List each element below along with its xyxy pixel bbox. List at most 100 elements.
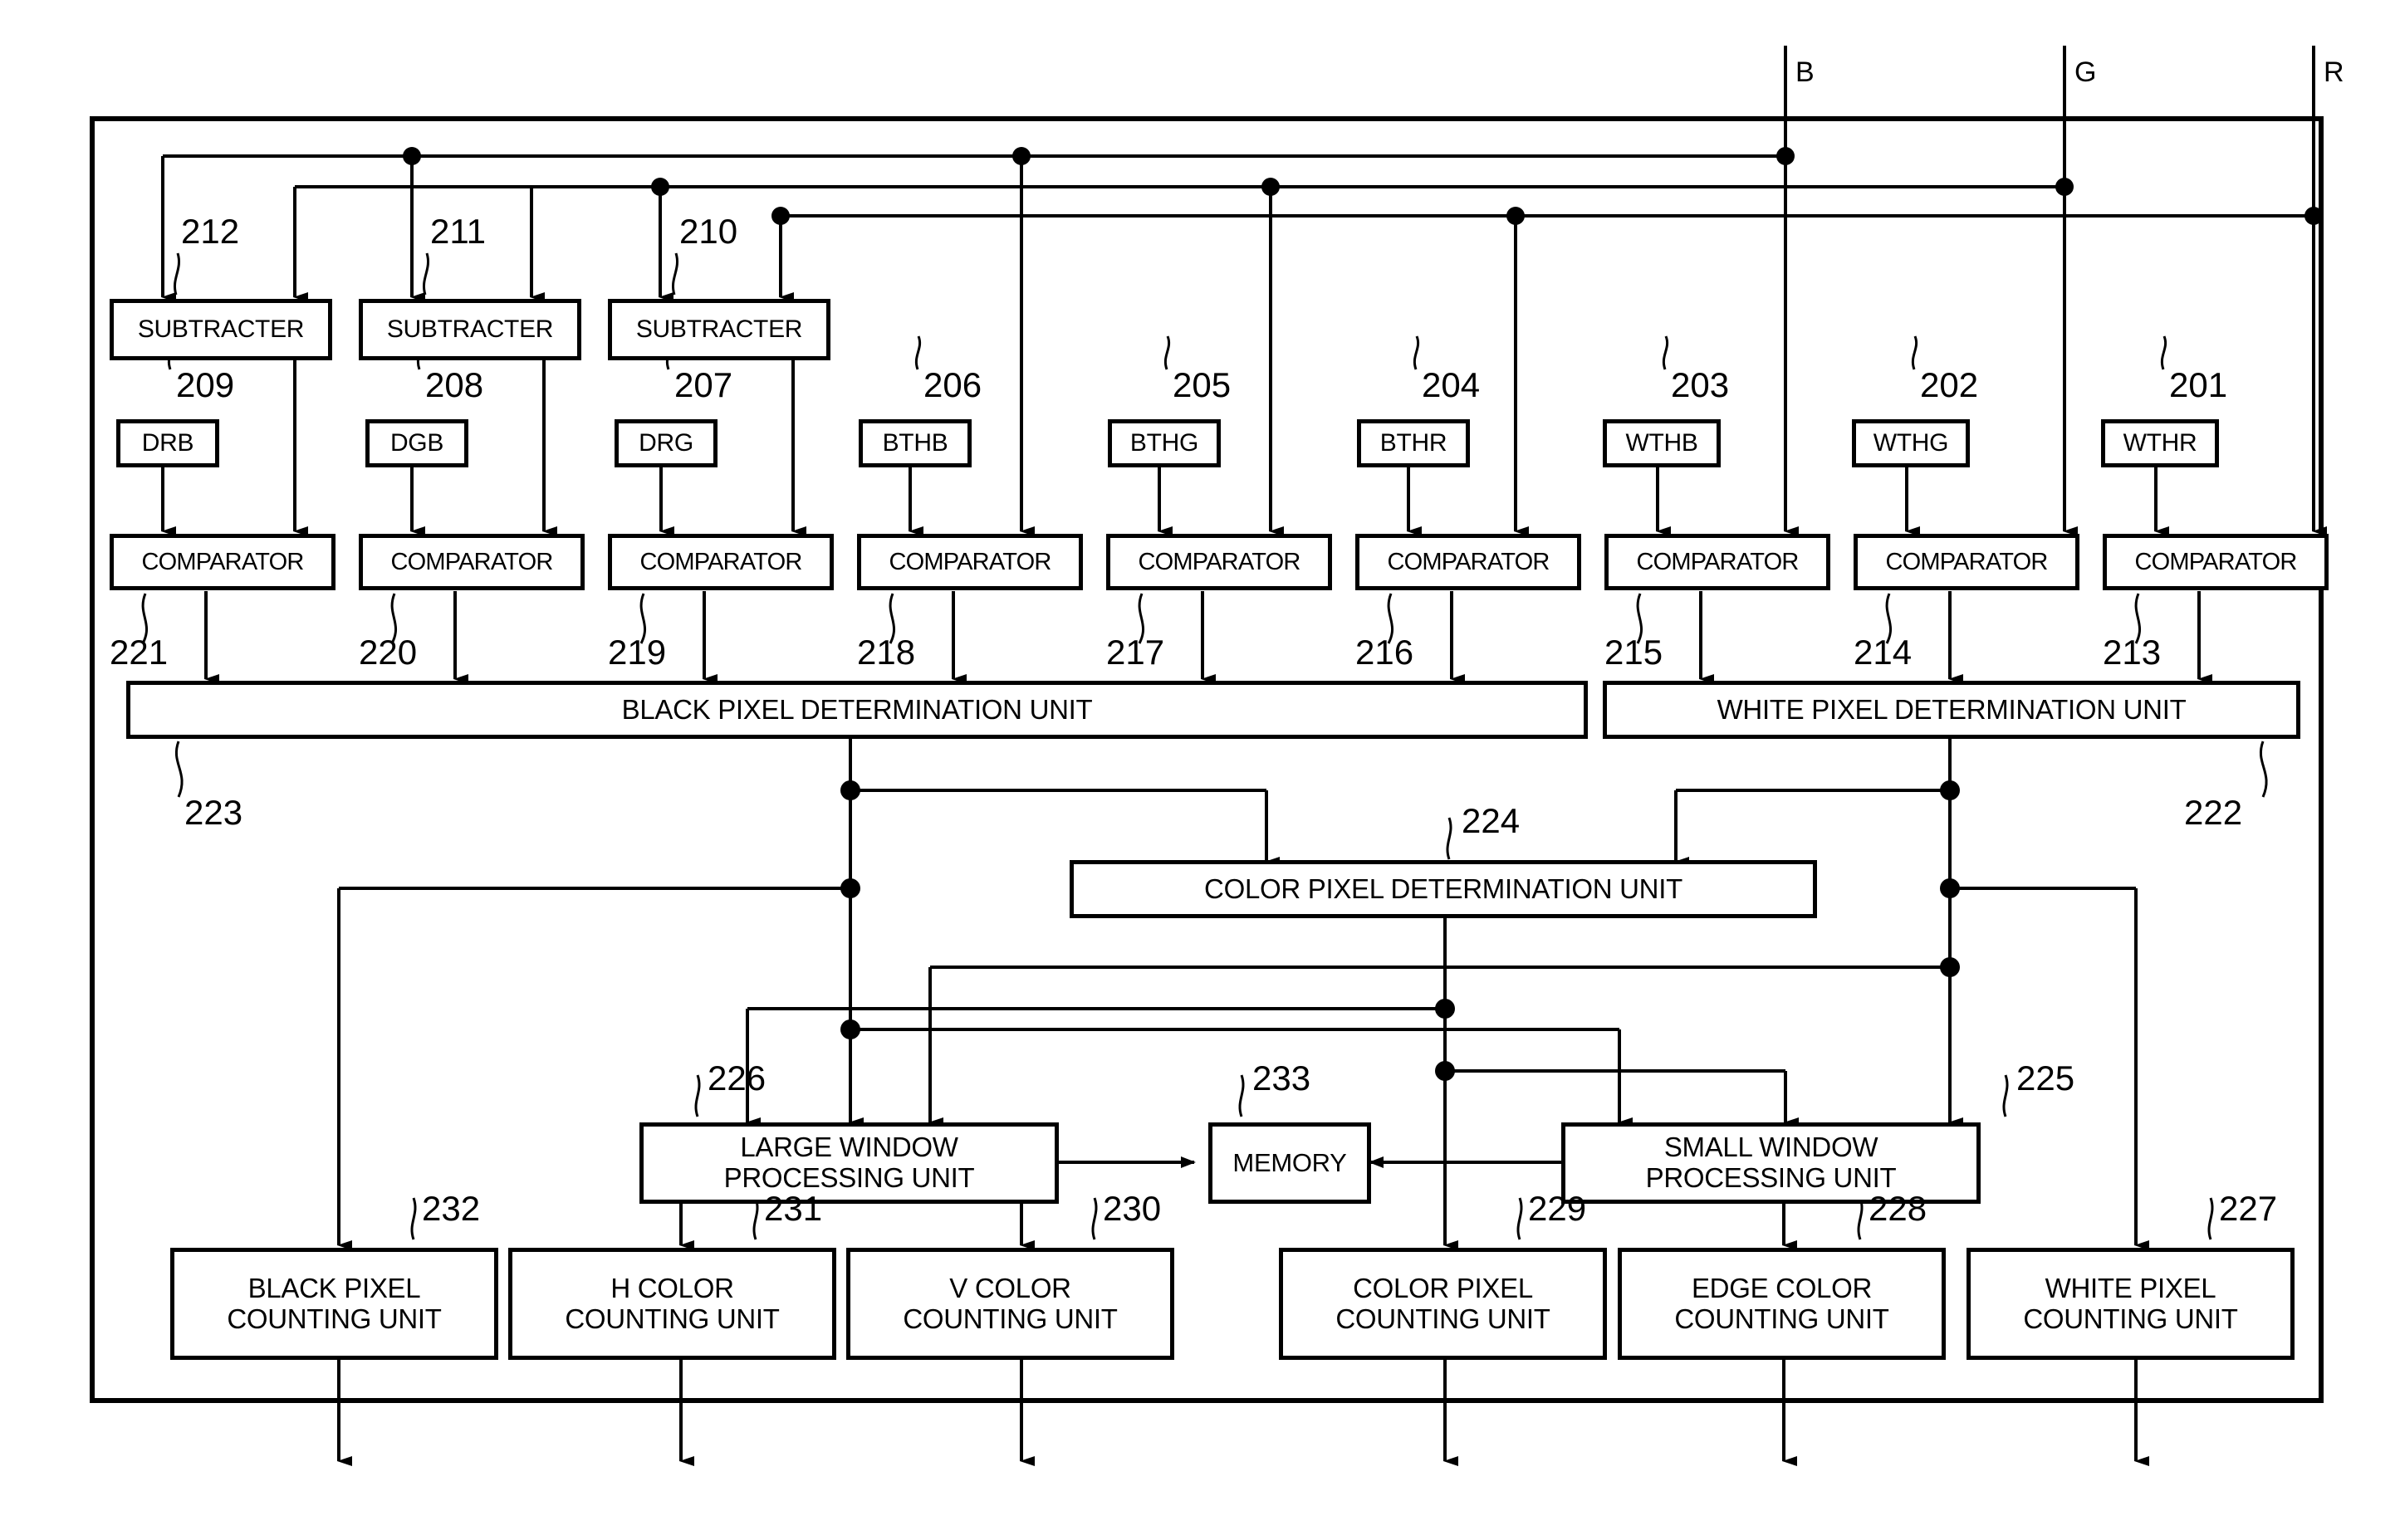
ref-214: 214 xyxy=(1854,633,1913,672)
ref-211: 211 xyxy=(430,212,486,251)
large-window-processing-unit-line2: PROCESSING UNIT xyxy=(723,1162,975,1193)
threshold-206-bthb: BTHB xyxy=(859,419,972,467)
ref-217: 217 xyxy=(1106,633,1165,672)
ref-210: 210 xyxy=(679,212,738,251)
threshold-203-label: WTHB xyxy=(1625,429,1698,457)
comparator-219-label: COMPARATOR xyxy=(639,548,802,575)
threshold-209-drb: DRB xyxy=(116,419,219,467)
threshold-202-wthg: WTHG xyxy=(1852,419,1970,467)
white-pixel-counting-unit-line2: COUNTING UNIT xyxy=(2023,1303,2238,1334)
subtracter-212-label: SUBTRACTER xyxy=(137,315,305,344)
comparator-215: COMPARATOR xyxy=(1604,534,1830,590)
ref-233: 233 xyxy=(1252,1058,1311,1098)
subtracter-210-label: SUBTRACTER xyxy=(635,315,803,344)
subtracter-212: SUBTRACTER xyxy=(110,299,332,360)
color-pixel-counting-unit: COLOR PIXEL COUNTING UNIT xyxy=(1279,1248,1607,1360)
comparator-219: COMPARATOR xyxy=(608,534,834,590)
ref-224: 224 xyxy=(1462,801,1521,840)
white-pixel-counting-unit: WHITE PIXEL COUNTING UNIT xyxy=(1967,1248,2295,1360)
ref-208: 208 xyxy=(425,365,484,404)
color-pixel-determination-unit: COLOR PIXEL DETERMINATION UNIT xyxy=(1070,860,1817,918)
comparator-213-label: COMPARATOR xyxy=(2134,548,2297,575)
subtracter-210: SUBTRACTER xyxy=(608,299,830,360)
comparator-217: COMPARATOR xyxy=(1106,534,1332,590)
threshold-208-label: DGB xyxy=(389,429,444,457)
comparator-216: COMPARATOR xyxy=(1355,534,1581,590)
ref-231: 231 xyxy=(764,1189,823,1228)
subtracter-211-label: SUBTRACTER xyxy=(386,315,554,344)
comparator-216-label: COMPARATOR xyxy=(1387,548,1550,575)
ref-223: 223 xyxy=(184,793,243,832)
ref-202: 202 xyxy=(1920,365,1979,404)
subtracter-211: SUBTRACTER xyxy=(359,299,581,360)
ref-201: 201 xyxy=(2169,365,2228,404)
black-pixel-counting-unit-line1: BLACK PIXEL xyxy=(247,1272,421,1303)
v-color-counting-unit: V COLOR COUNTING UNIT xyxy=(846,1248,1174,1360)
black-pixel-determination-unit: BLACK PIXEL DETERMINATION UNIT xyxy=(126,681,1588,739)
comparator-214-label: COMPARATOR xyxy=(1885,548,2048,575)
ref-209: 209 xyxy=(176,365,235,404)
ref-229: 229 xyxy=(1528,1189,1587,1228)
ref-228: 228 xyxy=(1869,1189,1927,1228)
ref-206: 206 xyxy=(923,365,982,404)
threshold-204-label: BTHR xyxy=(1379,429,1447,457)
ref-227: 227 xyxy=(2219,1189,2278,1228)
large-window-processing-unit: LARGE WINDOW PROCESSING UNIT xyxy=(639,1122,1059,1204)
ref-207: 207 xyxy=(674,365,733,404)
comparator-218-label: COMPARATOR xyxy=(889,548,1051,575)
threshold-206-label: BTHB xyxy=(882,429,948,457)
comparator-221: COMPARATOR xyxy=(110,534,336,590)
ref-203: 203 xyxy=(1671,365,1730,404)
ref-222: 222 xyxy=(2184,793,2243,832)
threshold-201-wthr: WTHR xyxy=(2101,419,2219,467)
comparator-217-label: COMPARATOR xyxy=(1138,548,1300,575)
threshold-201-label: WTHR xyxy=(2123,429,2197,457)
comparator-214: COMPARATOR xyxy=(1854,534,2079,590)
comparator-213: COMPARATOR xyxy=(2103,534,2329,590)
memory-label: MEMORY xyxy=(1232,1147,1347,1177)
black-pixel-determination-unit-label: BLACK PIXEL DETERMINATION UNIT xyxy=(621,693,1093,725)
color-pixel-determination-unit-label: COLOR PIXEL DETERMINATION UNIT xyxy=(1204,873,1682,904)
signal-label-g: G xyxy=(2074,56,2097,88)
small-window-processing-unit-line2: PROCESSING UNIT xyxy=(1645,1162,1897,1193)
white-pixel-determination-unit-label: WHITE PIXEL DETERMINATION UNIT xyxy=(1717,693,2187,725)
ref-226: 226 xyxy=(708,1058,767,1098)
white-pixel-counting-unit-line1: WHITE PIXEL xyxy=(2045,1272,2216,1303)
ref-215: 215 xyxy=(1604,633,1663,672)
comparator-215-label: COMPARATOR xyxy=(1636,548,1799,575)
ref-205: 205 xyxy=(1173,365,1232,404)
threshold-207-drg: DRG xyxy=(615,419,718,467)
v-color-counting-unit-line1: V COLOR xyxy=(949,1272,1071,1303)
white-pixel-determination-unit: WHITE PIXEL DETERMINATION UNIT xyxy=(1603,681,2300,739)
edge-color-counting-unit-line1: EDGE COLOR xyxy=(1691,1272,1873,1303)
edge-color-counting-unit: EDGE COLOR COUNTING UNIT xyxy=(1618,1248,1946,1360)
ref-219: 219 xyxy=(608,633,667,672)
h-color-counting-unit-line1: H COLOR xyxy=(610,1272,734,1303)
small-window-processing-unit-line1: SMALL WINDOW xyxy=(1663,1132,1878,1163)
comparator-220: COMPARATOR xyxy=(359,534,585,590)
threshold-208-dgb: DGB xyxy=(365,419,468,467)
comparator-220-label: COMPARATOR xyxy=(390,548,553,575)
ref-232: 232 xyxy=(422,1189,481,1228)
comparator-221-label: COMPARATOR xyxy=(141,548,304,575)
threshold-202-label: WTHG xyxy=(1873,429,1949,457)
threshold-207-label: DRG xyxy=(639,429,693,457)
threshold-205-bthg: BTHG xyxy=(1108,419,1221,467)
signal-label-b: B xyxy=(1795,56,1815,88)
threshold-204-bthr: BTHR xyxy=(1357,419,1470,467)
edge-color-counting-unit-line2: COUNTING UNIT xyxy=(1674,1303,1889,1334)
ref-225: 225 xyxy=(2016,1058,2075,1098)
black-pixel-counting-unit-line2: COUNTING UNIT xyxy=(227,1303,442,1334)
ref-221: 221 xyxy=(110,633,169,672)
large-window-processing-unit-line1: LARGE WINDOW xyxy=(740,1132,958,1163)
threshold-205-label: BTHG xyxy=(1129,429,1199,457)
ref-230: 230 xyxy=(1103,1189,1162,1228)
comparator-218: COMPARATOR xyxy=(857,534,1083,590)
ref-218: 218 xyxy=(857,633,916,672)
threshold-203-wthb: WTHB xyxy=(1603,419,1721,467)
ref-220: 220 xyxy=(359,633,418,672)
ref-216: 216 xyxy=(1355,633,1414,672)
color-pixel-counting-unit-line1: COLOR PIXEL xyxy=(1353,1272,1533,1303)
black-pixel-counting-unit: BLACK PIXEL COUNTING UNIT xyxy=(170,1248,498,1360)
figure-canvas: B G R SUBTRACTER SUBTRACTER SUBTRACTER 2… xyxy=(0,0,2400,1540)
